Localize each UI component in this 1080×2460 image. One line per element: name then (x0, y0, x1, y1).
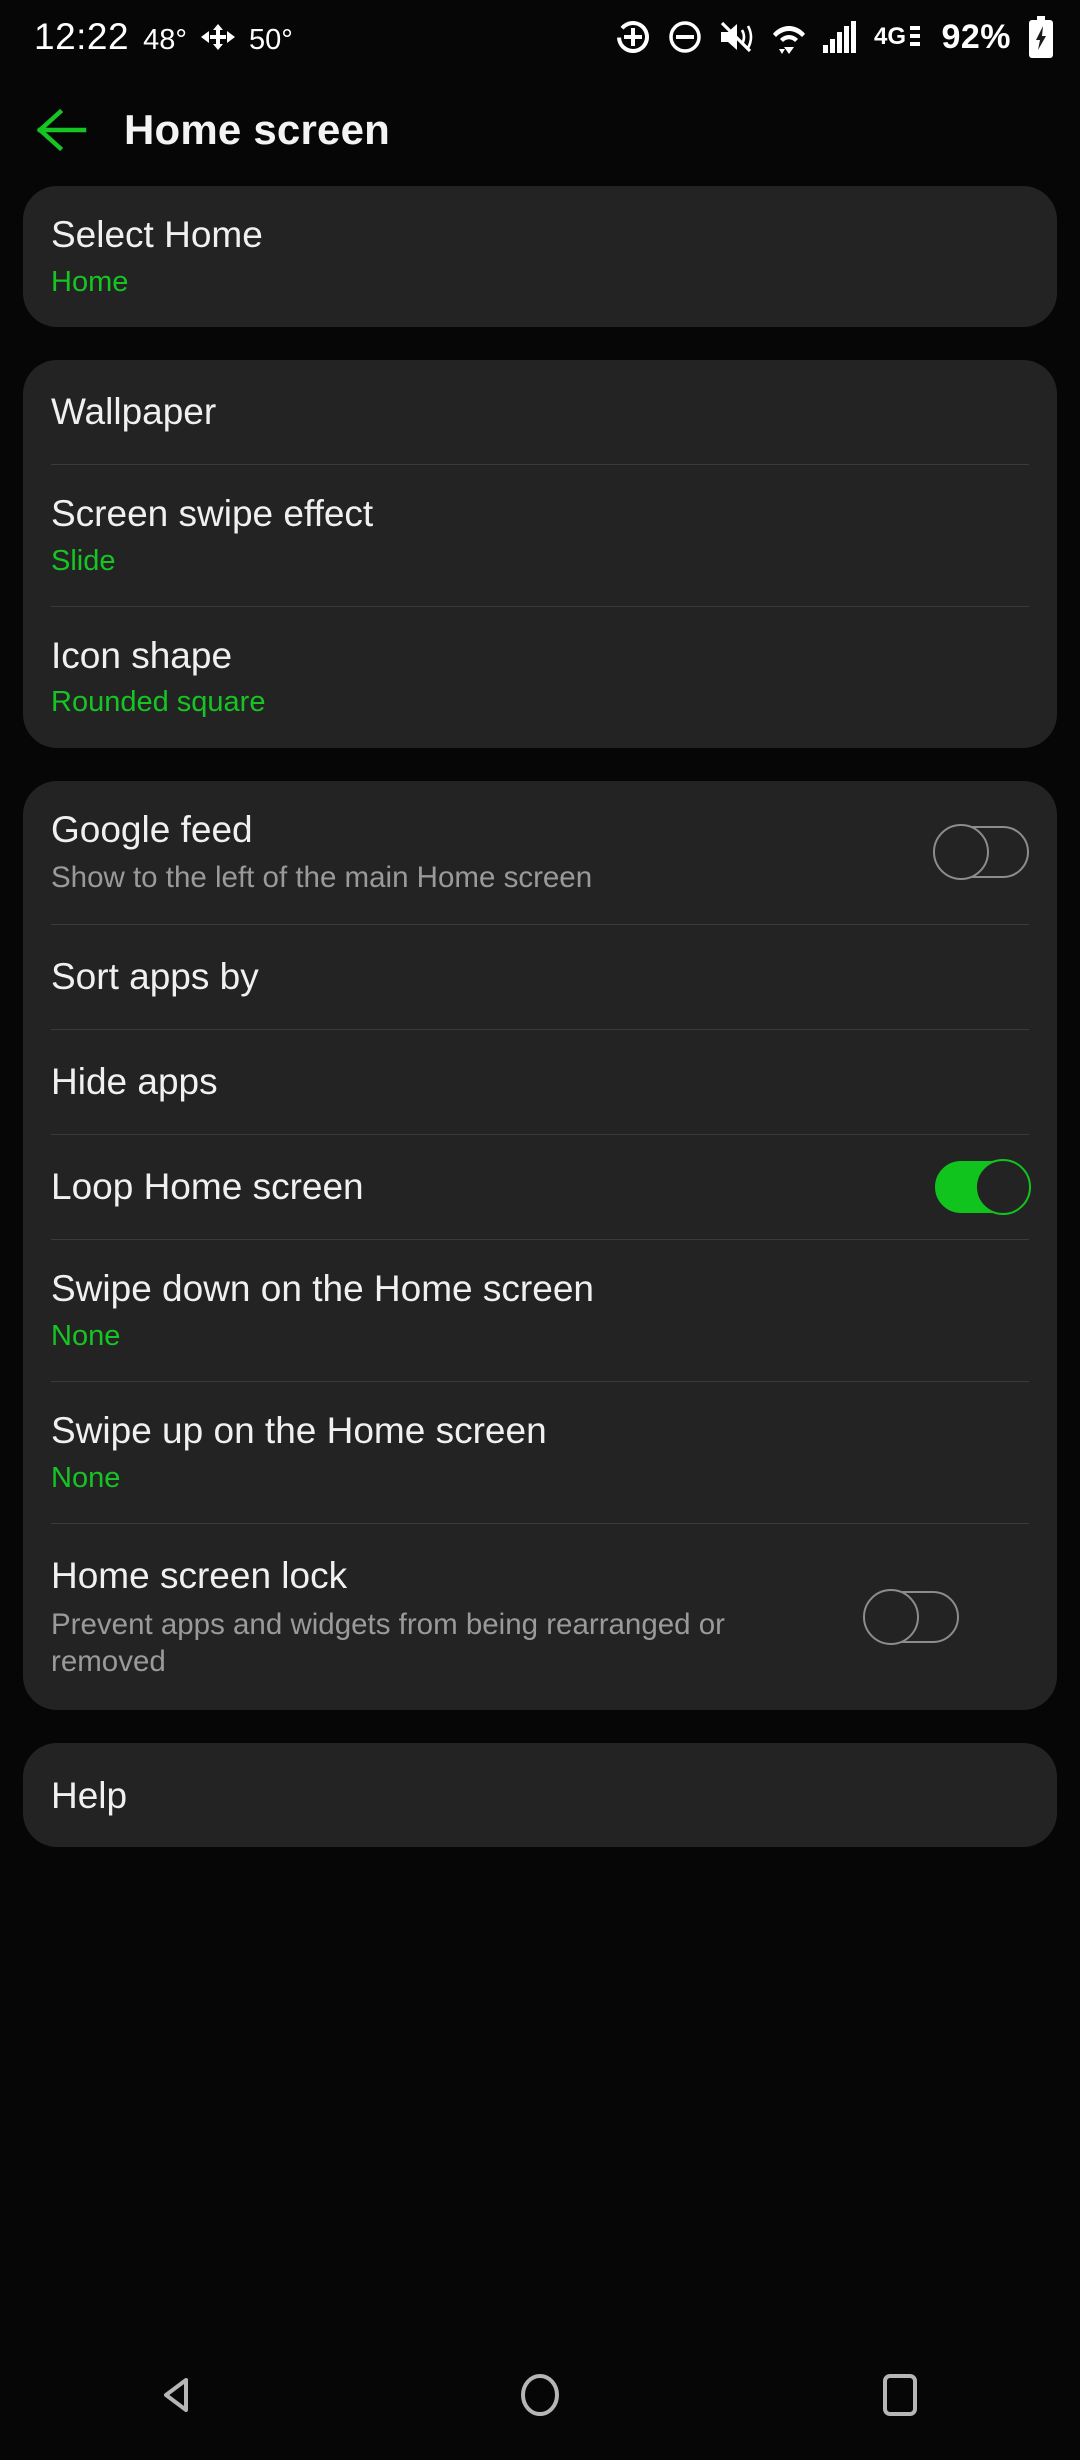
page-header: Home screen (0, 74, 1080, 186)
setting-title: Google feed (51, 808, 253, 850)
phone-screen: 12:22 48° 50° 4G 92% Home screen Select … (0, 0, 1080, 2460)
settings-card-help: Help (23, 1743, 1057, 1848)
cellular-signal-icon (823, 21, 857, 53)
setting-row-select-home[interactable]: Select Home Home (23, 186, 1057, 327)
setting-title: Help (51, 1774, 128, 1816)
setting-value: Slide (51, 544, 116, 577)
toggle-knob (863, 1589, 919, 1646)
network-4g-lte-icon: 4G (874, 22, 924, 52)
setting-row-wallpaper[interactable]: Wallpaper (23, 360, 1057, 464)
setting-title: Hide apps (51, 1061, 218, 1103)
battery-charging-icon (1028, 16, 1054, 58)
setting-title: Icon shape (51, 634, 233, 676)
setting-title: Swipe up on the Home screen (51, 1410, 547, 1452)
system-navigation-bar (0, 2330, 1080, 2460)
status-bar-right: 4G 92% (615, 16, 1054, 58)
settings-card-appearance: Wallpaper Screen swipe effect Slide Icon… (23, 359, 1057, 748)
setting-title: Wallpaper (51, 391, 217, 433)
back-arrow-icon[interactable] (34, 107, 90, 153)
setting-row-swipe-down[interactable]: Swipe down on the Home screen None (23, 1240, 1057, 1381)
setting-row-home-screen-lock[interactable]: Home screen lock Prevent apps and widget… (23, 1524, 1057, 1710)
settings-card-select-home: Select Home Home (23, 186, 1057, 327)
home-screen-lock-toggle[interactable] (863, 1589, 959, 1646)
mute-vibrate-icon (719, 20, 755, 54)
setting-description: Prevent apps and widgets from being rear… (51, 1607, 725, 1678)
setting-title: Select Home (51, 214, 263, 255)
status-temperature-secondary: 50° (248, 24, 293, 56)
move-arrows-icon (200, 24, 235, 50)
setting-row-loop-home-screen[interactable]: Loop Home screen (23, 1135, 1057, 1239)
status-clock: 12:22 (34, 16, 130, 57)
status-temperature-primary: 48° (143, 24, 187, 56)
loop-home-screen-toggle[interactable] (935, 1159, 1031, 1216)
setting-row-icon-shape[interactable]: Icon shape Rounded square (23, 607, 1057, 748)
battery-percent-label: 92% (941, 17, 1011, 56)
setting-value: Rounded square (51, 686, 266, 719)
setting-title: Home screen lock (51, 1555, 348, 1597)
setting-title: Screen swipe effect (51, 492, 374, 534)
setting-value: Home (51, 265, 129, 298)
wifi-icon (772, 20, 806, 54)
setting-value: None (51, 1461, 121, 1494)
nav-home-icon[interactable] (480, 2350, 600, 2440)
svg-text:4G: 4G (874, 23, 906, 50)
toggle-knob (975, 1159, 1031, 1216)
setting-row-hide-apps[interactable]: Hide apps (23, 1030, 1057, 1134)
settings-list: Select Home Home Wallpaper Screen swipe … (0, 186, 1080, 1848)
setting-row-swipe-up[interactable]: Swipe up on the Home screen None (23, 1382, 1057, 1523)
setting-row-sort-apps-by[interactable]: Sort apps by (23, 925, 1057, 1029)
nav-recents-icon[interactable] (840, 2350, 960, 2440)
settings-card-behaviour: Google feed Show to the left of the main… (23, 780, 1057, 1711)
setting-row-screen-swipe-effect[interactable]: Screen swipe effect Slide (23, 465, 1057, 606)
setting-title: Sort apps by (51, 956, 259, 998)
location-crosshair-icon (615, 19, 651, 55)
status-bar-left: 12:22 48° 50° (34, 16, 293, 58)
nav-back-icon[interactable] (120, 2350, 240, 2440)
page-title: Home screen (124, 106, 390, 153)
setting-row-google-feed[interactable]: Google feed Show to the left of the main… (23, 781, 1057, 925)
setting-row-help[interactable]: Help (23, 1743, 1057, 1847)
setting-title: Loop Home screen (51, 1166, 364, 1208)
setting-title: Swipe down on the Home screen (51, 1268, 594, 1310)
setting-value: None (51, 1319, 121, 1352)
status-bar: 12:22 48° 50° 4G 92% (0, 0, 1080, 74)
do-not-disturb-icon (668, 20, 702, 54)
google-feed-toggle[interactable] (933, 824, 1029, 881)
setting-description: Show to the left of the main Home screen (51, 861, 593, 895)
